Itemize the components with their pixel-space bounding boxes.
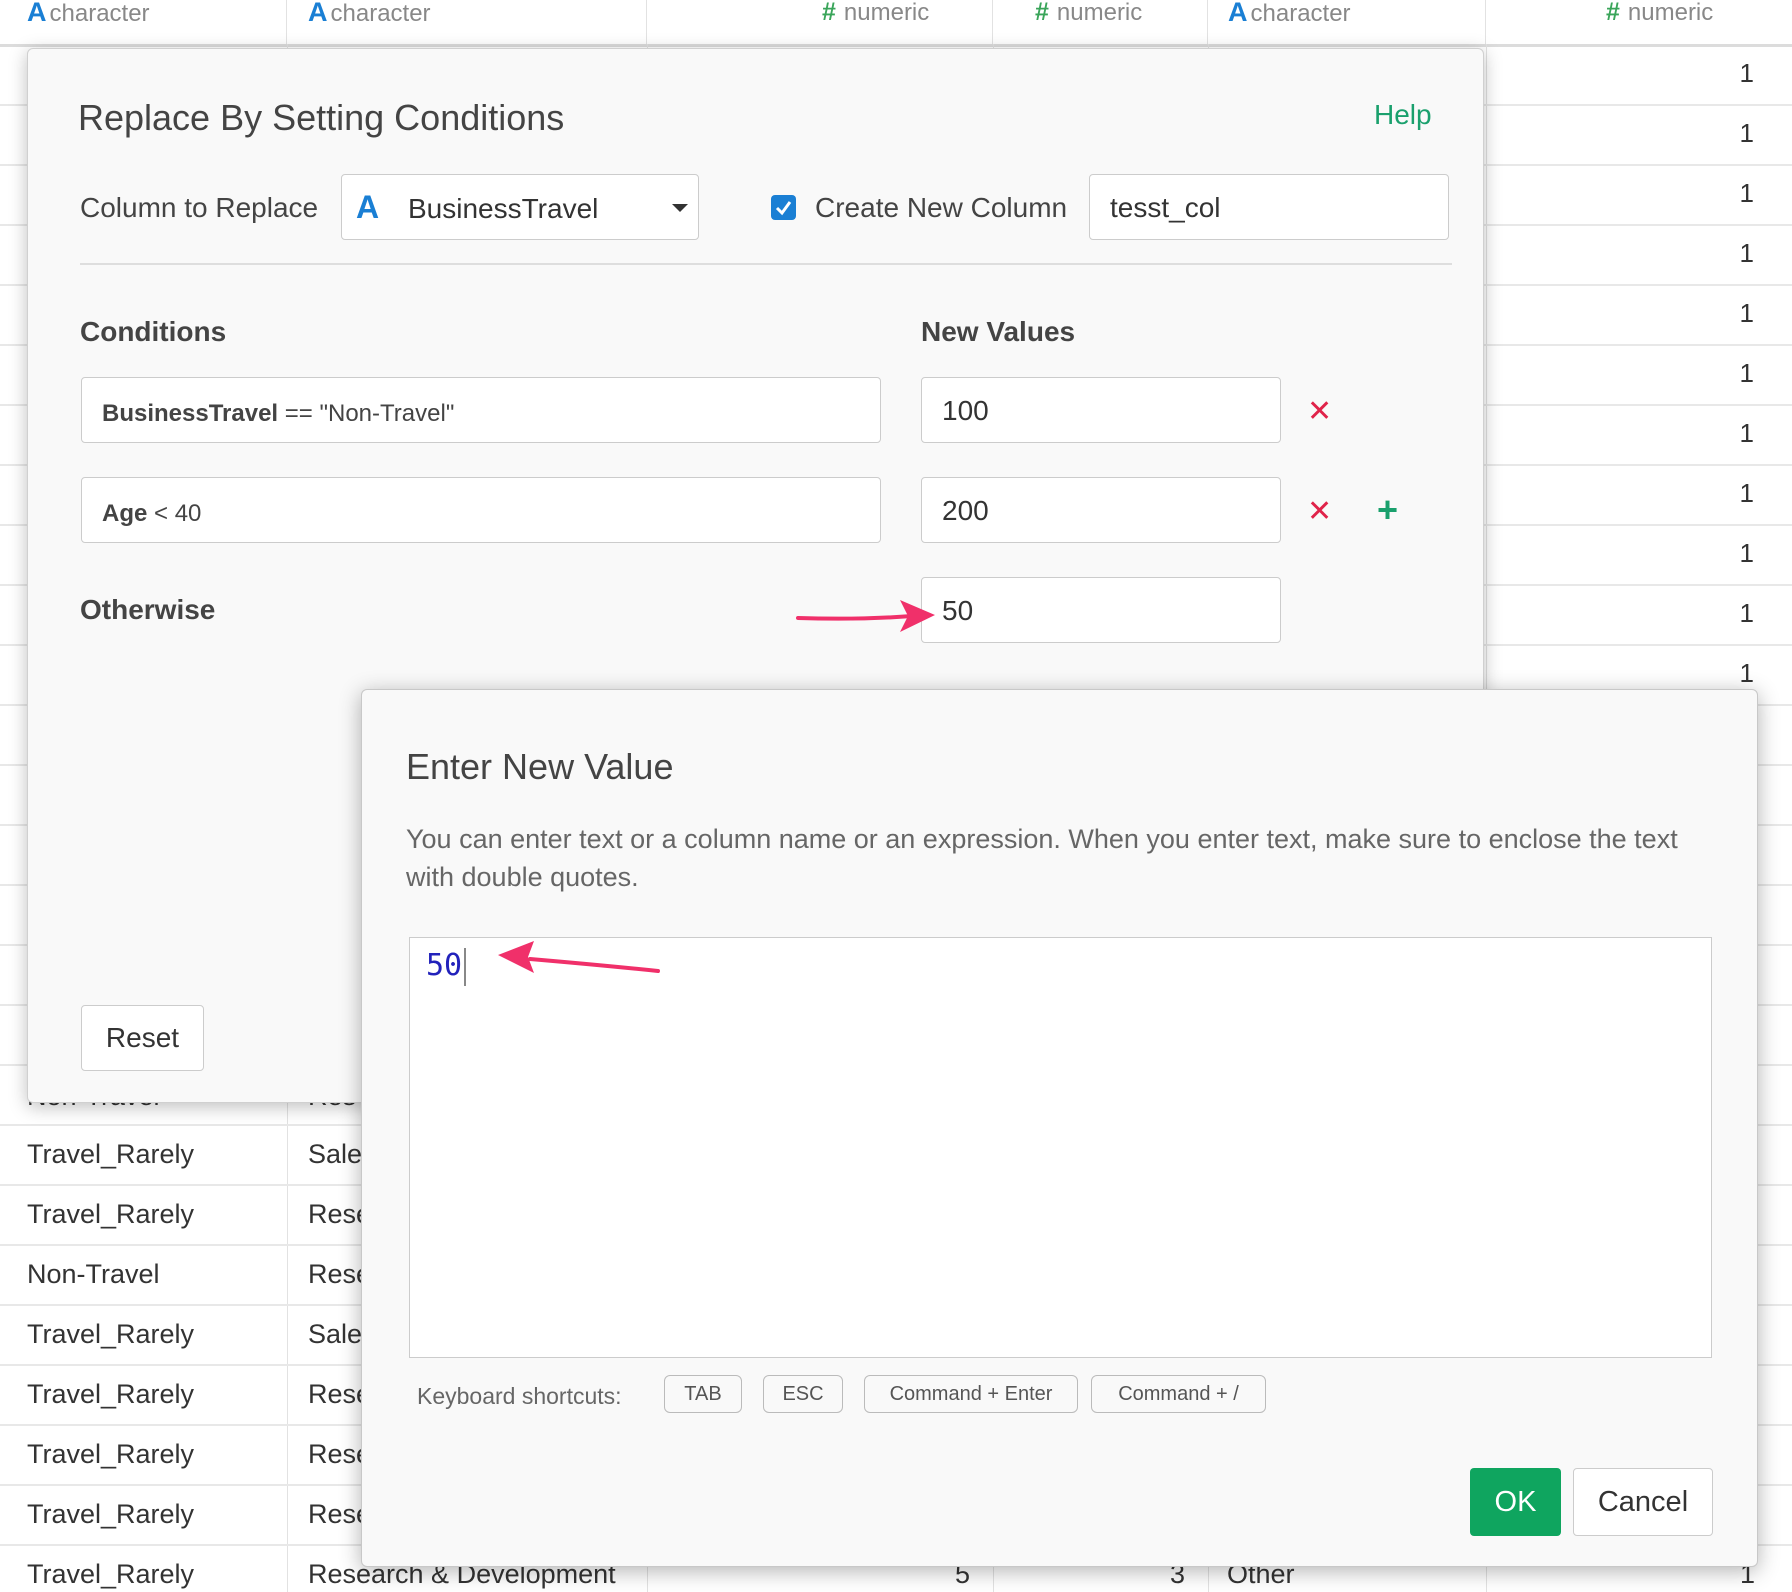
table-cell[interactable]: Travel_Rarely xyxy=(27,1439,194,1470)
table-cell[interactable]: 1 xyxy=(1720,238,1754,269)
table-cell[interactable]: Non-Travel xyxy=(27,1259,160,1290)
table-cell[interactable]: Travel_Rarely xyxy=(27,1379,194,1410)
chevron-down-icon xyxy=(672,204,688,212)
enter-new-value-dialog: Enter New Value You can enter text or a … xyxy=(361,689,1758,1567)
column-header[interactable]: Acharacter xyxy=(287,0,647,44)
condition-input[interactable]: Age < 40 xyxy=(81,477,881,543)
conditions-label: Conditions xyxy=(80,316,227,347)
create-new-column-label: Create New Column xyxy=(815,192,1068,223)
table-cell[interactable]: Travel_Rarely xyxy=(27,1319,194,1350)
keyboard-shortcuts-label: Keyboard shortcuts: xyxy=(417,1383,622,1409)
shortcut-command-enter-key: Command + Enter xyxy=(864,1375,1078,1413)
new-column-name-input[interactable]: tesst_col xyxy=(1089,174,1449,240)
numeric-type-icon: # xyxy=(1035,0,1049,26)
column-header[interactable]: # numeric xyxy=(647,0,993,44)
table-cell[interactable]: 1 xyxy=(1720,418,1754,449)
column-to-replace-label: Column to Replace xyxy=(80,192,319,223)
table-cell[interactable]: Travel_Rarely xyxy=(27,1499,194,1530)
column-header[interactable]: Acharacter xyxy=(1208,0,1486,44)
character-type-icon: A xyxy=(308,0,328,27)
expression-editor[interactable]: 50 xyxy=(409,937,1712,1358)
table-cell[interactable]: Travel_Rarely xyxy=(27,1199,194,1230)
column-select-value: BusinessTravel xyxy=(408,193,599,224)
ok-button[interactable]: OK xyxy=(1470,1468,1561,1536)
table-cell[interactable]: 1 xyxy=(1720,538,1754,569)
table-cell[interactable]: 1 xyxy=(1720,478,1754,509)
reset-button[interactable]: Reset xyxy=(81,1005,204,1071)
checkmark-icon xyxy=(775,201,792,216)
table-cell[interactable]: 1 xyxy=(1720,178,1754,209)
table-cell[interactable]: Travel_Rarely xyxy=(27,1559,194,1590)
condition-input[interactable]: BusinessTravel == "Non-Travel" xyxy=(81,377,881,443)
dialog-title: Enter New Value xyxy=(406,746,674,787)
shortcut-esc-key: ESC xyxy=(763,1375,843,1413)
table-cell[interactable]: Sale xyxy=(308,1319,362,1350)
table-cell[interactable]: 1 xyxy=(1720,118,1754,149)
shortcut-command-slash-key: Command + / xyxy=(1091,1375,1266,1413)
column-header-row: Acharacter Acharacter # numeric # numeric … xyxy=(0,0,1792,47)
remove-condition-icon[interactable]: ✕ xyxy=(1307,494,1332,529)
add-condition-icon[interactable]: + xyxy=(1377,489,1398,531)
shortcut-tab-key: TAB xyxy=(664,1375,742,1413)
create-new-column-checkbox[interactable] xyxy=(771,195,796,220)
new-value-input[interactable]: 200 xyxy=(921,477,1281,543)
new-value-input[interactable]: 100 xyxy=(921,377,1281,443)
otherwise-value-input[interactable]: 50 xyxy=(921,577,1281,643)
new-values-label: New Values xyxy=(921,316,1076,347)
editor-text: 50 xyxy=(426,948,463,983)
dialog-title: Replace By Setting Conditions xyxy=(78,97,565,138)
character-type-icon: A xyxy=(1228,0,1248,27)
remove-condition-icon[interactable]: ✕ xyxy=(1307,394,1332,429)
cancel-button[interactable]: Cancel xyxy=(1573,1468,1713,1536)
divider xyxy=(80,263,1452,265)
column-header[interactable]: Acharacter xyxy=(0,0,287,44)
column-select[interactable]: A BusinessTravel xyxy=(341,174,699,240)
text-cursor xyxy=(464,948,466,986)
table-cell[interactable]: 1 xyxy=(1720,298,1754,329)
table-cell[interactable]: 1 xyxy=(1720,358,1754,389)
numeric-type-icon: # xyxy=(822,0,836,26)
numeric-type-icon: # xyxy=(1606,0,1620,26)
table-cell[interactable]: 1 xyxy=(1720,598,1754,629)
dialog-description: You can enter text or a column name or a… xyxy=(406,824,1678,892)
character-type-icon: A xyxy=(356,189,380,225)
help-link[interactable]: Help xyxy=(1374,99,1432,131)
table-cell[interactable]: Travel_Rarely xyxy=(27,1139,194,1170)
table-cell[interactable]: 1 xyxy=(1720,658,1754,689)
character-type-icon: A xyxy=(27,0,47,27)
table-cell[interactable]: Sale xyxy=(308,1139,362,1170)
table-cell[interactable]: 1 xyxy=(1720,58,1754,89)
column-header[interactable]: # numeric xyxy=(993,0,1208,44)
column-header[interactable]: # numeric xyxy=(1486,0,1792,44)
otherwise-label: Otherwise xyxy=(80,594,216,625)
